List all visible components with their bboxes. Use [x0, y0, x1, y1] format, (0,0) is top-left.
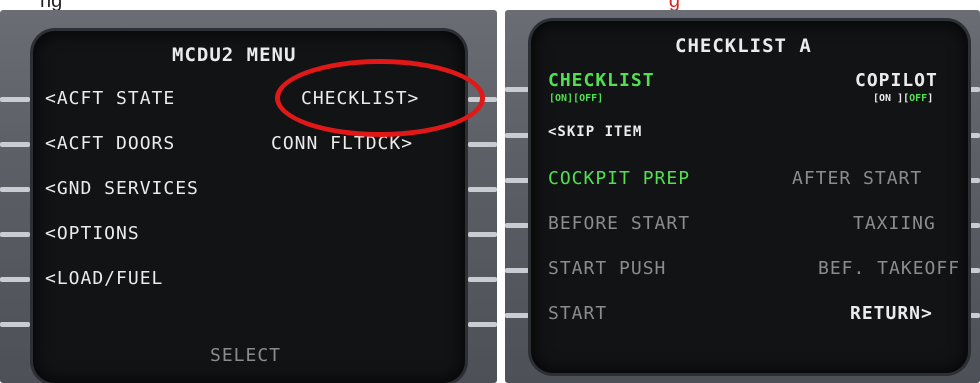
acft-state-item[interactable]: <ACFT STATE — [45, 88, 175, 109]
lsk-5l[interactable] — [0, 277, 30, 282]
copilot-toggle-label[interactable]: COPILOT — [855, 70, 938, 91]
copilot-bracket-end: ] — [927, 93, 934, 104]
copilot-off: OFF — [909, 93, 928, 104]
lsk-r-1r[interactable] — [970, 87, 980, 92]
start-push-item[interactable]: START PUSH — [548, 258, 666, 279]
copilot-on: [ON ][ — [873, 93, 910, 104]
lsk-r-3l[interactable] — [505, 178, 529, 183]
checklist-a-title: CHECKLIST A — [675, 35, 812, 57]
lsk-2l[interactable] — [0, 142, 30, 147]
lsk-6l[interactable] — [0, 322, 30, 327]
lsk-3r[interactable] — [468, 187, 497, 192]
before-start-item[interactable]: BEFORE START — [548, 213, 690, 234]
copilot-on-off[interactable]: [ON ][OFF] — [873, 93, 933, 104]
lsk-3l[interactable] — [0, 187, 30, 192]
select-footer: SELECT — [210, 345, 282, 366]
lsk-5r[interactable] — [468, 277, 497, 282]
lsk-2r[interactable] — [468, 142, 497, 147]
options-item[interactable]: <OPTIONS — [45, 223, 140, 244]
load-fuel-item[interactable]: <LOAD/FUEL — [45, 268, 163, 289]
after-start-item[interactable]: AFTER START — [792, 168, 922, 189]
mcdu-menu-title: MCDU2 MENU — [172, 44, 297, 66]
taxiing-item[interactable]: TAXIING — [853, 213, 936, 234]
checklist-toggle-label[interactable]: CHECKLIST — [548, 70, 655, 91]
lsk-r-2l[interactable] — [505, 133, 529, 138]
acft-doors-item[interactable]: <ACFT DOORS — [45, 133, 175, 154]
lsk-r-4r[interactable] — [970, 223, 980, 228]
return-item[interactable]: RETURN> — [850, 303, 933, 324]
checklist-on-off[interactable]: [ON][OFF] — [549, 93, 603, 104]
lsk-4l[interactable] — [0, 232, 30, 237]
lsk-r-1l[interactable] — [505, 87, 529, 92]
lsk-6r[interactable] — [468, 322, 497, 327]
lsk-r-6r[interactable] — [970, 313, 980, 318]
lsk-r-3r[interactable] — [970, 178, 980, 183]
caption-left: ng — [40, 0, 440, 10]
skip-item[interactable]: <SKIP ITEM — [548, 124, 642, 140]
lsk-r-2r[interactable] — [970, 133, 980, 138]
lsk-4r[interactable] — [468, 232, 497, 237]
lsk-r-5l[interactable] — [505, 268, 529, 273]
highlight-oval — [275, 59, 485, 137]
lsk-r-4l[interactable] — [505, 223, 529, 228]
start-item[interactable]: START — [548, 303, 607, 324]
gnd-services-item[interactable]: <GND SERVICES — [45, 178, 199, 199]
lsk-1l[interactable] — [0, 97, 30, 102]
lsk-r-5r[interactable] — [970, 268, 980, 273]
bef-takeoff-item[interactable]: BEF. TAKEOFF — [818, 258, 960, 279]
caption-right: g — [560, 0, 680, 10]
cockpit-prep-item[interactable]: COCKPIT PREP — [548, 168, 690, 189]
lsk-r-6l[interactable] — [505, 313, 529, 318]
